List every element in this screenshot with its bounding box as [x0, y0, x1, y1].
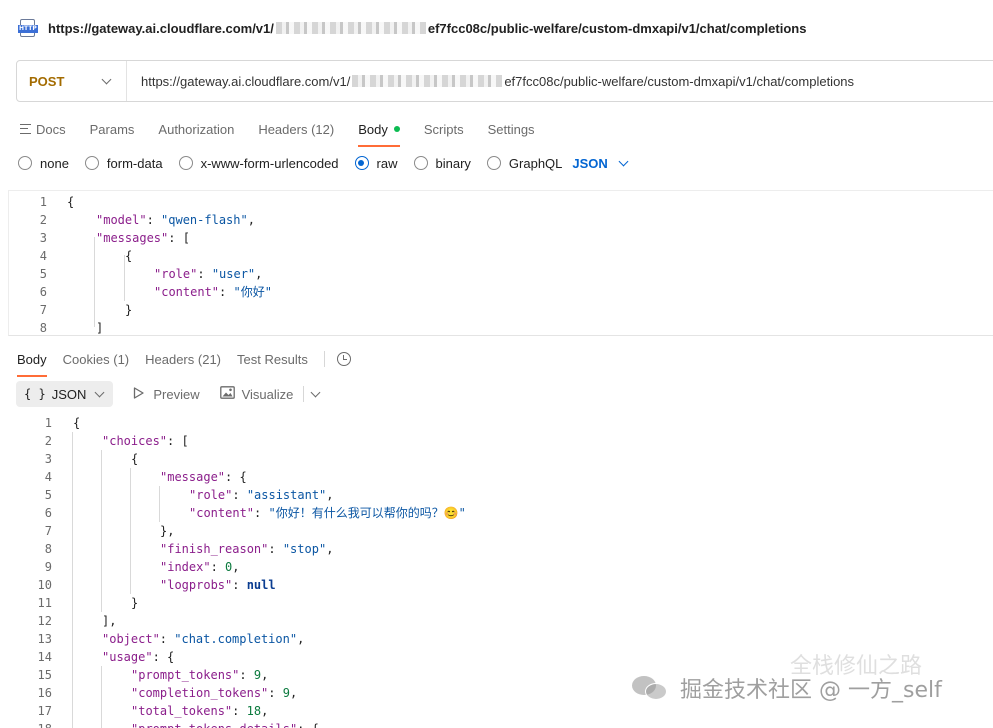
request-line: POST https://gateway.ai.cloudflare.com/v…: [16, 60, 993, 102]
indent-guide: [94, 237, 95, 327]
chevron-down-icon: [101, 74, 112, 84]
indent-guide: [159, 486, 160, 522]
request-body-editor[interactable]: 1{ 2 "model": "qwen-flash", 3 "messages": …: [8, 190, 993, 336]
radio-none[interactable]: none: [18, 156, 69, 171]
response-format-select[interactable]: { } JSON: [16, 381, 114, 407]
headers-count: (12): [311, 121, 335, 137]
image-icon: [219, 386, 235, 402]
request-tabs: Docs Params Authorization Headers (12) B…: [20, 112, 559, 147]
body-type-options: none form-data x-www-form-urlencoded raw…: [18, 152, 629, 174]
history-icon[interactable]: [336, 352, 351, 366]
tab-test-results[interactable]: Test Results: [237, 344, 308, 374]
radio-circle: [413, 156, 428, 170]
title-url-end: ef7fcc08c/public-welfare/custom-dmxapi/v…: [427, 20, 807, 36]
radio-circle-checked: [354, 156, 369, 170]
chevron-down-icon: [94, 387, 105, 397]
preview-button[interactable]: Preview: [133, 386, 200, 402]
play-icon: [133, 386, 145, 402]
divider: [303, 386, 305, 402]
wechat-icon: [632, 674, 670, 702]
radio-raw[interactable]: raw: [354, 156, 398, 171]
tab-docs[interactable]: Docs: [20, 114, 66, 144]
tab-params[interactable]: Params: [90, 114, 135, 144]
indent-guide: [72, 432, 73, 728]
chevron-down-icon: [310, 387, 321, 397]
radio-circle: [178, 156, 193, 170]
radio-circle: [84, 156, 99, 170]
body-indicator-dot: [393, 126, 400, 132]
redacted-segment: [352, 75, 503, 87]
response-toolbar: { } JSON Preview Visualize: [16, 381, 321, 407]
raw-format-select[interactable]: JSON: [572, 156, 629, 171]
chevron-down-icon: [618, 156, 629, 166]
url-start: https://gateway.ai.cloudflare.com/v1/: [141, 73, 351, 89]
response-tabs: Body Cookies (1) Headers (21) Test Resul…: [17, 344, 351, 377]
visualize-button[interactable]: Visualize: [219, 386, 293, 402]
tab-response-headers[interactable]: Headers (21): [145, 344, 221, 374]
radio-form-data[interactable]: form-data: [84, 156, 163, 171]
request-title-bar: HTTP https://gateway.ai.cloudflare.com/v…: [0, 0, 993, 56]
tab-settings[interactable]: Settings: [488, 114, 535, 144]
visualize-options-button[interactable]: [310, 387, 321, 397]
url-input[interactable]: https://gateway.ai.cloudflare.com/v1/ ef…: [127, 74, 854, 89]
tab-body[interactable]: Body: [358, 114, 400, 147]
radio-binary[interactable]: binary: [413, 156, 471, 171]
tab-cookies[interactable]: Cookies (1): [63, 344, 129, 374]
title-url-start: https://gateway.ai.cloudflare.com/v1/: [48, 20, 274, 36]
watermark-overlay-text: 全栈修仙之路: [790, 654, 923, 679]
redacted-segment: [275, 22, 426, 34]
divider: [323, 351, 325, 367]
request-title[interactable]: https://gateway.ai.cloudflare.com/v1/ ef…: [48, 21, 806, 36]
radio-circle: [18, 156, 32, 170]
tab-scripts[interactable]: Scripts: [424, 114, 464, 144]
tab-authorization[interactable]: Authorization: [158, 114, 234, 144]
url-end: ef7fcc08c/public-welfare/custom-dmxapi/v…: [504, 73, 855, 89]
tab-headers[interactable]: Headers (12): [258, 114, 334, 144]
indent-guide: [101, 450, 102, 612]
method-select[interactable]: POST: [17, 61, 127, 101]
indent-guide: [130, 468, 131, 594]
tab-response-body[interactable]: Body: [17, 344, 47, 377]
radio-graphql[interactable]: GraphQL: [486, 156, 562, 171]
docs-icon: [20, 124, 31, 134]
braces-icon: { }: [24, 387, 46, 401]
indent-guide: [101, 666, 102, 728]
http-file-icon: HTTP: [18, 19, 38, 37]
radio-urlencoded[interactable]: x-www-form-urlencoded: [178, 156, 339, 171]
radio-circle: [486, 156, 501, 170]
method-label: POST: [29, 73, 65, 89]
